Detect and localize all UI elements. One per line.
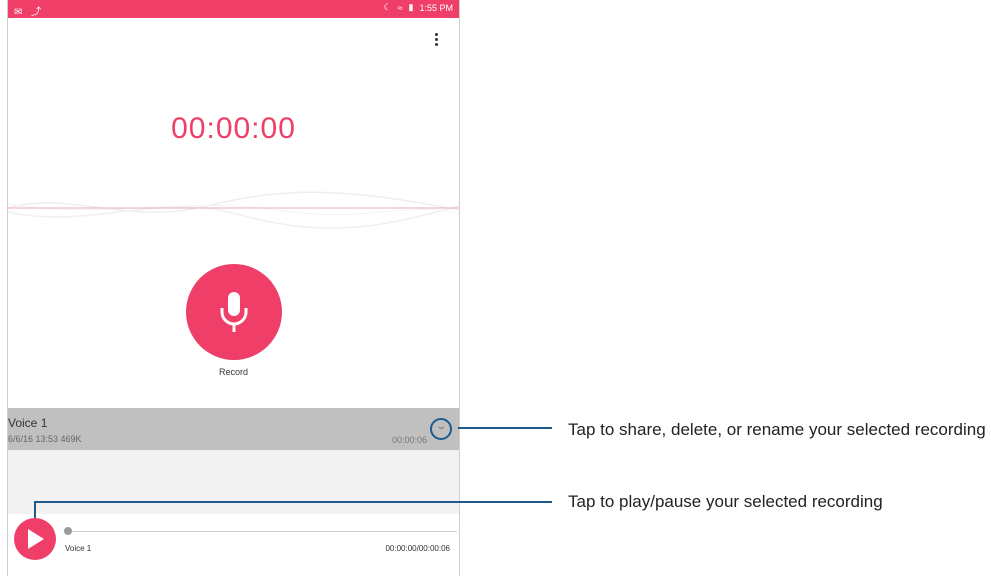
microphone-icon <box>220 292 248 332</box>
record-label: Record <box>218 367 248 377</box>
recording-list-item[interactable]: Voice 1 6/6/16 13:53 469K 00:00:06 ⌄ <box>8 408 459 450</box>
play-pause-button[interactable] <box>14 518 56 560</box>
status-right: ☾ ≈ ▮ 1:55 PM <box>383 2 453 13</box>
status-bar: ✉ ⤴ ☾ ≈ ▮ 1:55 PM <box>8 0 459 18</box>
chevron-down-icon: ⌄ <box>435 421 448 432</box>
list-empty-area <box>8 450 459 514</box>
status-time: 1:55 PM <box>419 2 453 13</box>
seek-track[interactable] <box>66 531 457 532</box>
recording-meta: 6/6/16 13:53 469K <box>8 434 82 444</box>
player-time: 00:00:00/00:00:06 <box>385 544 450 553</box>
recording-timer: 00:00:00 <box>171 112 296 145</box>
play-icon <box>28 529 44 549</box>
recording-duration: 00:00:06 <box>391 435 427 445</box>
phone-screen: ✉ ⤴ ☾ ≈ ▮ 1:55 PM 00:00:00 Record Voice … <box>7 0 460 576</box>
seek-thumb[interactable] <box>64 527 72 535</box>
battery-charging-icon: ▮ <box>408 2 414 12</box>
record-button[interactable] <box>186 264 282 360</box>
player-track-name: Voice 1 <box>65 544 92 553</box>
expand-options-button[interactable]: ⌄ <box>430 418 452 440</box>
waveform-graphic <box>8 191 459 229</box>
message-icon: ✉ <box>14 7 23 18</box>
status-left-icons: ✉ ⤴ <box>14 3 41 18</box>
recording-title: Voice 1 <box>8 416 48 430</box>
callout-play-text: Tap to play/pause your selected recordin… <box>568 492 883 511</box>
more-options-icon[interactable] <box>433 33 439 51</box>
notification-icon: ⤴ <box>31 7 42 18</box>
wifi-icon: ≈ <box>397 2 403 13</box>
moon-icon: ☾ <box>383 2 392 12</box>
callout-expand-text: Tap to share, delete, or rename your sel… <box>568 420 986 439</box>
